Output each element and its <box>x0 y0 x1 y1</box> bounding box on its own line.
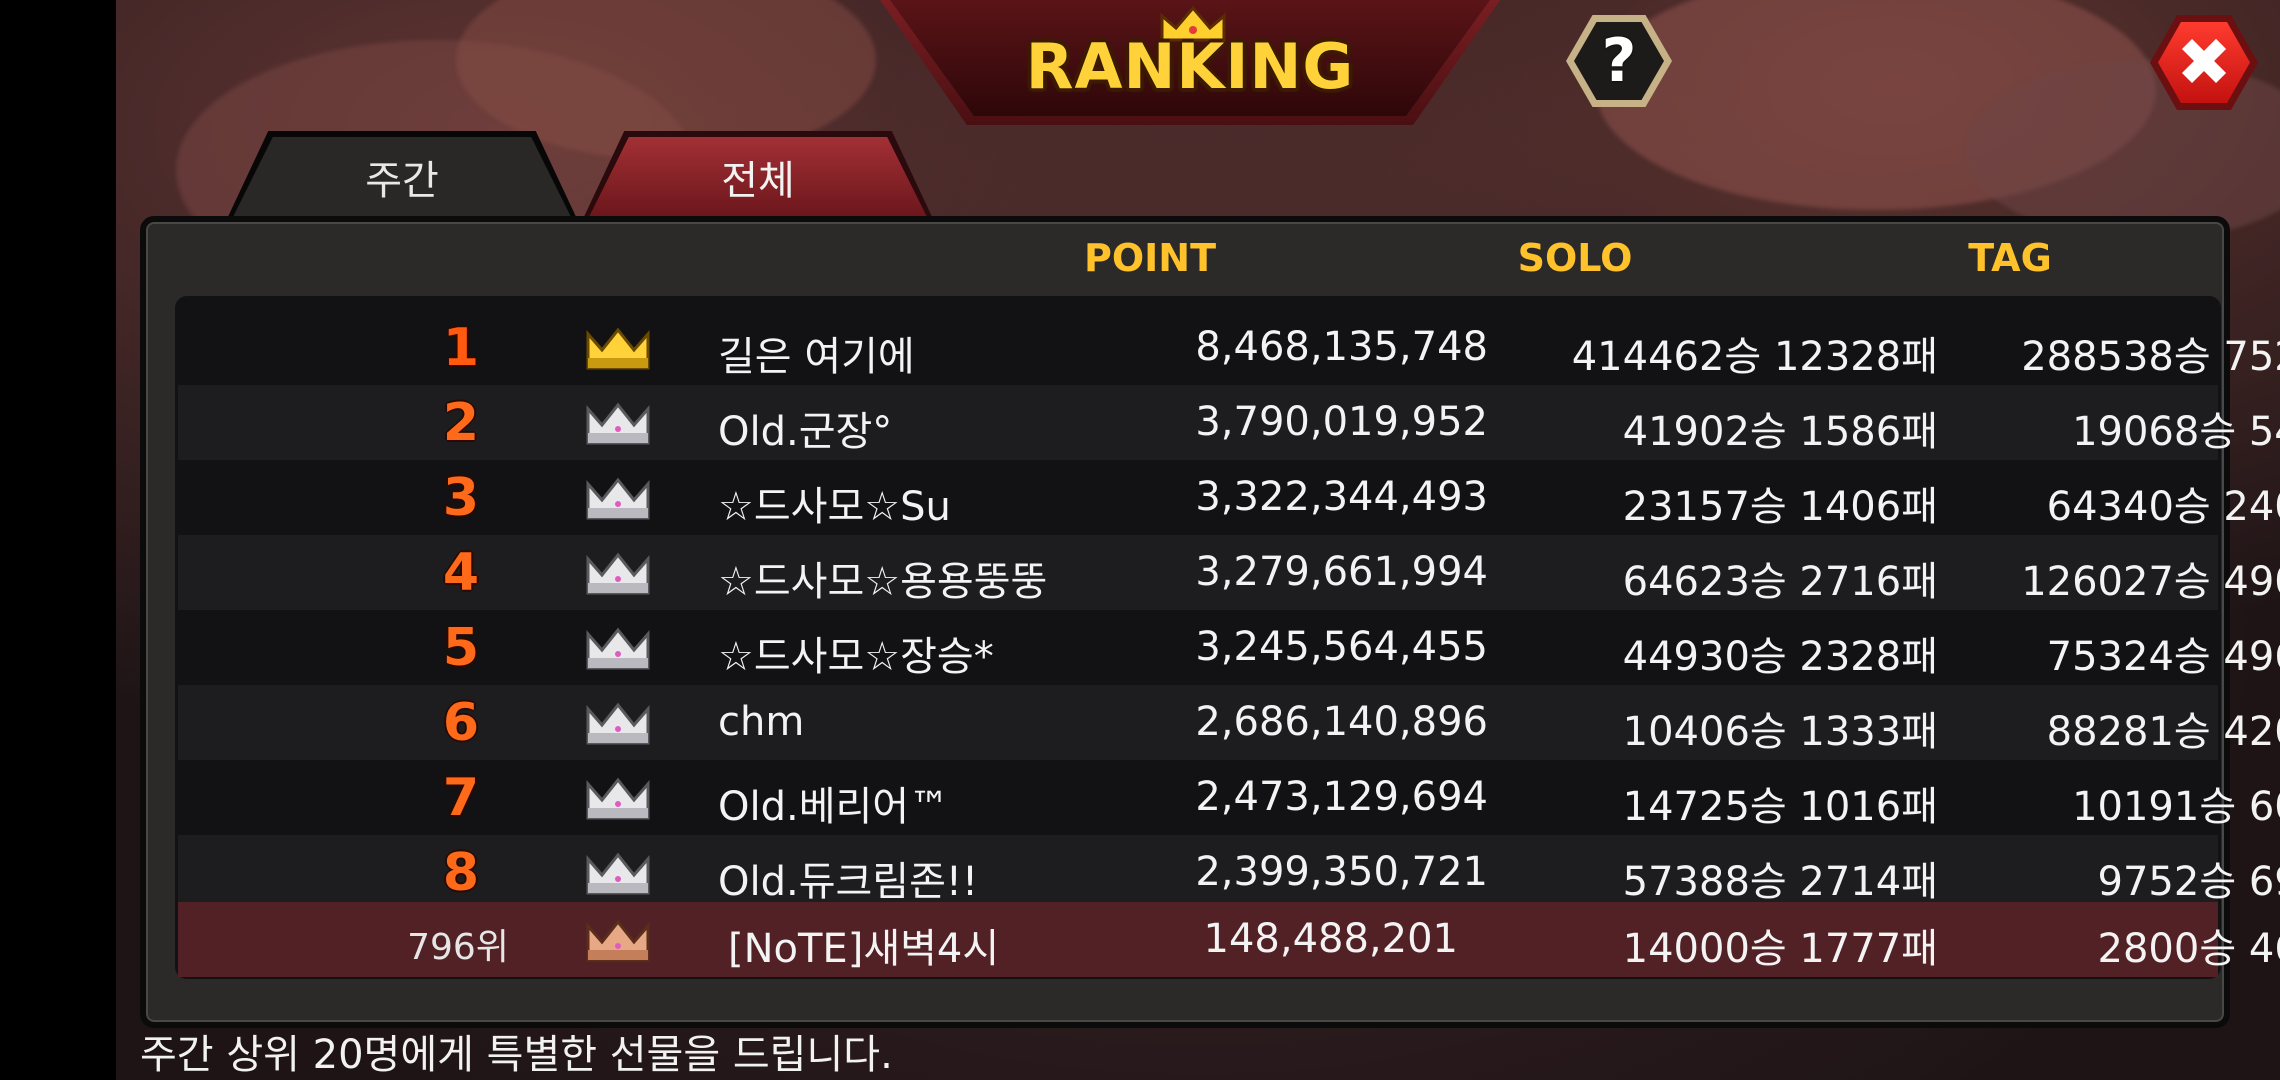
player-solo: 44930승 2328패 <box>1622 634 1938 680</box>
tab-weekly[interactable]: 주간 <box>232 137 572 219</box>
player-name: Old.베리어™ <box>718 784 950 830</box>
bronze-crown-icon <box>586 919 650 962</box>
player-point: 3,322,344,493 <box>1195 474 1488 520</box>
rank-number: 6 <box>442 693 480 753</box>
ranking-row[interactable]: 2 Old.군장° 3,790,019,952 41902승 1586패 190… <box>178 385 2280 460</box>
rank-number: 7 <box>442 768 480 828</box>
ranking-row[interactable]: 4 ☆드사모☆용용뚱뚱 3,279,661,994 64623승 2716패 1… <box>178 535 2280 610</box>
tab-all[interactable]: 전체 <box>588 137 928 219</box>
player-solo: 57388승 2714패 <box>1622 859 1938 905</box>
player-solo: 23157승 1406패 <box>1622 484 1938 530</box>
rank-number: 1 <box>442 318 480 378</box>
player-tag: 88281승 4202패 <box>2046 709 2280 755</box>
ranking-row[interactable]: 1 길은 여기에 8,468,135,748 414462승 12328패 28… <box>178 310 2280 385</box>
my-player-point: 148,488,201 <box>1203 916 1458 962</box>
player-solo: 64623승 2716패 <box>1622 559 1938 605</box>
silver-crown-icon <box>586 702 650 745</box>
player-point: 3,279,661,994 <box>1195 549 1488 595</box>
player-tag: 19068승 544패 <box>2072 409 2280 455</box>
my-rank-number: 796위 <box>407 927 509 968</box>
player-tag: 10191승 608패 <box>2072 784 2280 830</box>
my-ranking-row[interactable]: 796위 [NoTE]새벽4시 148,488,201 14000승 1777패… <box>178 902 2280 977</box>
rank-number: 8 <box>442 843 480 903</box>
player-tag: 75324승 4964패 <box>2046 634 2280 680</box>
player-tag: 288538승 7525패 <box>2021 334 2280 380</box>
ranking-row[interactable]: 8 Old.듀크림존!! 2,399,350,721 57388승 2714패 … <box>178 835 2280 910</box>
player-name: 길은 여기에 <box>718 334 915 380</box>
close-icon[interactable]: ✖ <box>2158 22 2250 103</box>
rank-number: 5 <box>442 618 480 678</box>
player-solo: 14725승 1016패 <box>1622 784 1938 830</box>
silver-crown-icon <box>586 777 650 820</box>
player-name: ☆드사모☆용용뚱뚱 <box>718 559 1048 605</box>
ranking-row[interactable]: 5 ☆드사모☆장승* 3,245,564,455 44930승 2328패 75… <box>178 610 2280 685</box>
ranking-row[interactable]: 3 ☆드사모☆Su 3,322,344,493 23157승 1406패 643… <box>178 460 2280 535</box>
column-header-tag: TAG <box>1968 236 2052 280</box>
player-point: 3,790,019,952 <box>1195 399 1488 445</box>
silver-crown-icon <box>586 552 650 595</box>
silver-crown-icon <box>586 627 650 670</box>
my-player-solo: 14000승 1777패 <box>1622 926 1938 972</box>
player-tag: 64340승 2401패 <box>2046 484 2280 530</box>
page-title: RANKING <box>1025 30 1355 103</box>
gold-crown-icon <box>586 327 650 370</box>
player-solo: 41902승 1586패 <box>1622 409 1938 455</box>
silver-crown-icon <box>586 477 650 520</box>
player-solo: 414462승 12328패 <box>1571 334 1938 380</box>
my-player-name: [NoTE]새벽4시 <box>728 926 1000 972</box>
silver-crown-icon <box>586 402 650 445</box>
player-point: 2,473,129,694 <box>1195 774 1488 820</box>
ranking-row[interactable]: 7 Old.베리어™ 2,473,129,694 14725승 1016패 10… <box>178 760 2280 835</box>
question-icon[interactable]: ? <box>1574 22 1664 100</box>
column-header-solo: SOLO <box>1517 236 1633 280</box>
my-player-tag: 2800승 463패 <box>2097 926 2280 972</box>
footer-notice: 주간 상위 20명에게 특별한 선물을 드립니다. <box>140 1032 893 1078</box>
rank-number: 4 <box>442 543 480 603</box>
player-point: 8,468,135,748 <box>1195 324 1488 370</box>
player-solo: 10406승 1333패 <box>1622 709 1938 755</box>
rank-number: 2 <box>442 393 480 453</box>
player-name: Old.군장° <box>718 409 893 455</box>
player-name: ☆드사모☆장승* <box>718 634 994 680</box>
player-point: 3,245,564,455 <box>1195 624 1488 670</box>
silver-crown-icon <box>586 852 650 895</box>
rank-number: 3 <box>442 468 480 528</box>
player-tag: 9752승 697패 <box>2097 859 2280 905</box>
player-point: 2,399,350,721 <box>1195 849 1488 895</box>
player-name: chm <box>718 699 805 745</box>
player-name: Old.듀크림존!! <box>718 859 978 905</box>
ranking-row[interactable]: 6 chm 2,686,140,896 10406승 1333패 88281승 … <box>178 685 2280 760</box>
player-name: ☆드사모☆Su <box>718 484 951 530</box>
player-point: 2,686,140,896 <box>1195 699 1488 745</box>
column-header-point: POINT <box>1083 236 1217 280</box>
player-tag: 126027승 4901패 <box>2021 559 2280 605</box>
